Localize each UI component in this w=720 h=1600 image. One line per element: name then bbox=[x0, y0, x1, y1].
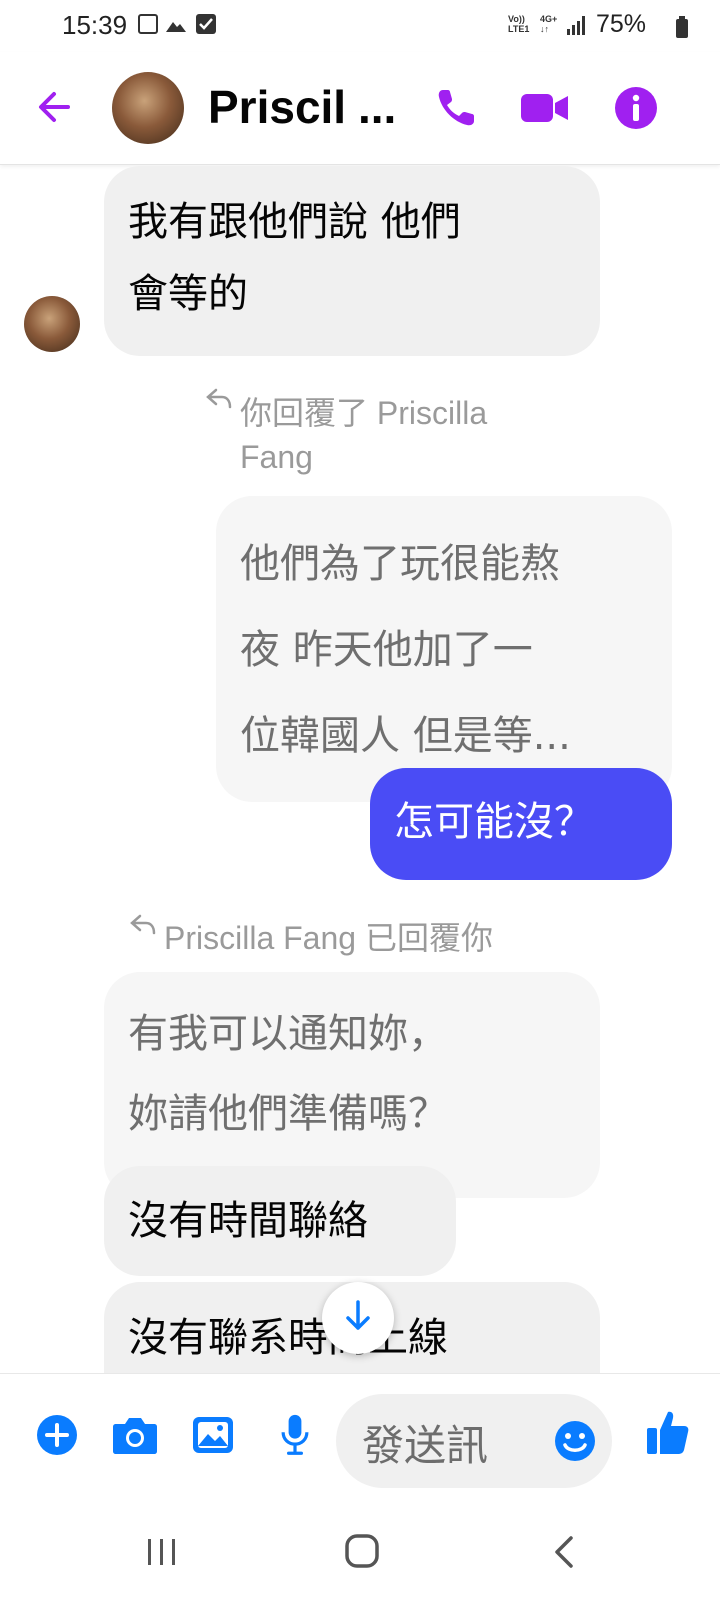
message-bubble-outgoing[interactable]: 怎可能沒？ bbox=[370, 768, 672, 880]
recent-apps-icon[interactable] bbox=[146, 1537, 178, 1567]
message-line: 夜 昨天他加了一 bbox=[240, 627, 533, 673]
reply-context-label: 你回覆了 Priscilla Fang bbox=[240, 395, 488, 475]
message-line: 位韓國人 但是等... bbox=[240, 713, 571, 759]
message-composer: 發送訊 bbox=[0, 1373, 720, 1494]
status-time: 15:39 bbox=[62, 10, 128, 40]
message-input[interactable]: 發送訊 bbox=[336, 1394, 612, 1488]
home-icon[interactable] bbox=[344, 1533, 380, 1569]
message-line: 我有跟他們說 他們 bbox=[128, 199, 461, 245]
video-camera-icon[interactable] bbox=[520, 86, 570, 130]
conversation-header: Priscil ... bbox=[0, 52, 720, 165]
image-icon[interactable] bbox=[192, 1414, 234, 1456]
sender-avatar[interactable] bbox=[24, 296, 80, 352]
message-line: 有我可以通知妳， bbox=[128, 1011, 448, 1057]
signal-strength-icon bbox=[567, 16, 585, 35]
thumbs-up-icon[interactable] bbox=[646, 1408, 690, 1456]
volte-indicator: Vo)) LTE1 bbox=[508, 14, 530, 34]
contact-avatar[interactable] bbox=[112, 72, 184, 144]
reply-context-label: Priscilla Fang 已回覆你 bbox=[164, 920, 493, 956]
message-bubble-incoming[interactable]: 沒有時間聯絡 bbox=[104, 1166, 456, 1276]
check-notification-icon bbox=[196, 14, 216, 34]
message-line: 他們為了玩很能熬 bbox=[240, 541, 560, 587]
message-line: 妳請他們準備嗎？ bbox=[128, 1091, 448, 1137]
message-text: 沒有聯系時間上線 bbox=[128, 1315, 448, 1361]
info-icon[interactable] bbox=[614, 86, 658, 130]
reply-arrow-icon bbox=[206, 388, 232, 409]
message-text: 沒有時間聯絡 bbox=[128, 1198, 368, 1244]
battery-percent: 75% bbox=[596, 10, 647, 38]
nav-back-icon[interactable] bbox=[552, 1535, 576, 1569]
back-arrow-icon[interactable] bbox=[30, 82, 80, 132]
message-bubble-incoming[interactable]: 我有跟他們說 他們 會等的 bbox=[104, 166, 600, 356]
battery-icon bbox=[676, 16, 688, 38]
contact-name-ellipsis: ... bbox=[358, 81, 397, 133]
quoted-message-bubble[interactable]: 有我可以通知妳， 妳請他們準備嗎？ bbox=[104, 972, 600, 1198]
message-input-placeholder: 發送訊 bbox=[362, 1421, 489, 1470]
message-text: 怎可能沒？ bbox=[394, 799, 594, 845]
quoted-message-bubble[interactable]: 他們為了玩很能熬 夜 昨天他加了一 位韓國人 但是等... bbox=[216, 496, 672, 802]
system-navigation-bar bbox=[0, 1493, 720, 1600]
mountain-notification-icon bbox=[166, 22, 186, 32]
status-bar: 15:39 Vo)) LTE1 4G+ ↓↑ 75% bbox=[0, 0, 720, 52]
scroll-to-bottom-button[interactable] bbox=[322, 1282, 394, 1354]
microphone-icon[interactable] bbox=[278, 1414, 312, 1456]
plus-icon[interactable] bbox=[36, 1414, 78, 1456]
scroll-down-icon bbox=[346, 1300, 370, 1330]
reply-arrow-icon bbox=[130, 914, 156, 935]
camera-icon[interactable] bbox=[112, 1414, 158, 1456]
gallery-notification-icon bbox=[138, 14, 158, 34]
emoji-icon[interactable] bbox=[554, 1420, 596, 1462]
message-line: 會等的 bbox=[128, 271, 248, 317]
phone-icon[interactable] bbox=[434, 86, 478, 130]
data-indicator: 4G+ ↓↑ bbox=[540, 14, 558, 34]
